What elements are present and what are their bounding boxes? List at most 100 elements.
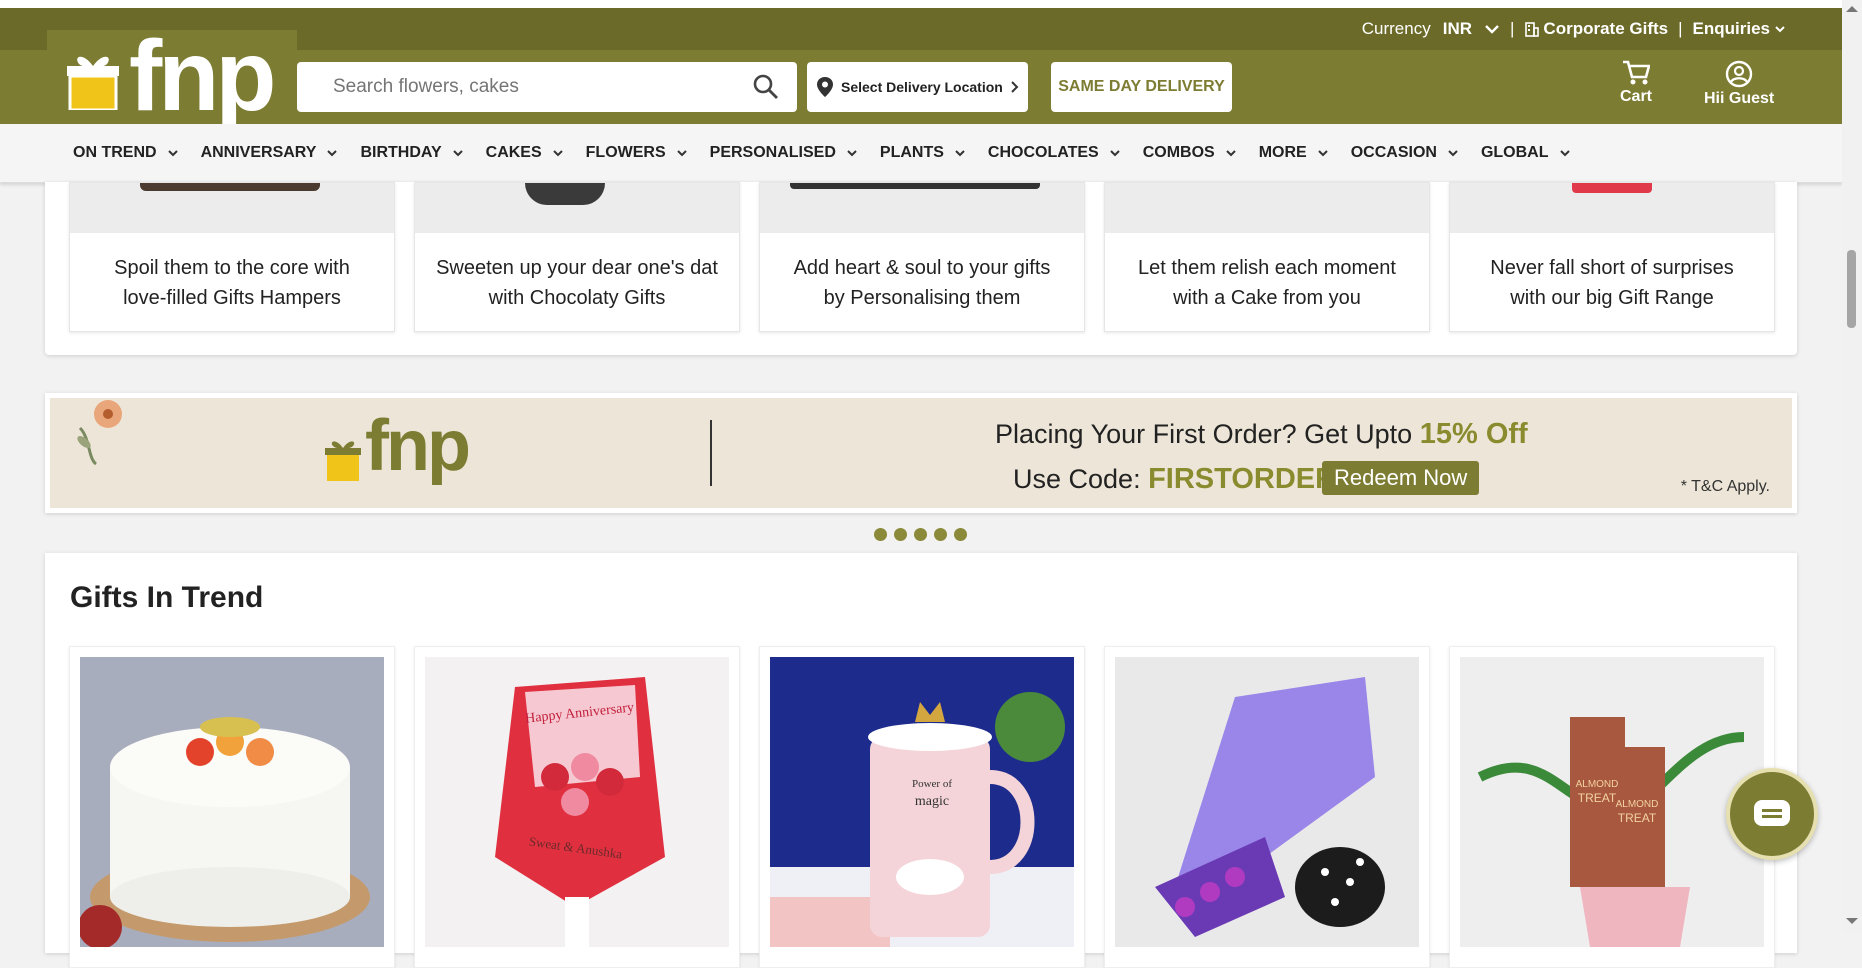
nav-item-on-trend[interactable]: ON TREND (73, 144, 179, 162)
promo-code: FIRSTORDER (1148, 463, 1337, 495)
nav-item-plants[interactable]: PLANTS (880, 144, 966, 162)
redeem-now-button[interactable]: Redeem Now (1322, 461, 1480, 495)
nav-item-anniversary[interactable]: ANNIVERSARY (201, 144, 339, 162)
banner-logo-text: fnp (365, 406, 471, 486)
currency-value: INR (1442, 19, 1472, 38)
building-icon (1525, 22, 1540, 37)
caption-line: with a Cake from you (1173, 287, 1361, 309)
chevron-right-icon (1011, 81, 1019, 93)
scrollbar-thumb[interactable] (1847, 250, 1856, 328)
nav-item-occasion[interactable]: OCCASION (1351, 144, 1459, 162)
chocolate-label: ALMOND (1576, 779, 1619, 790)
nav-item-global[interactable]: GLOBAL (1481, 144, 1571, 162)
section-title: Gifts In Trend (70, 581, 264, 614)
category-card-hampers[interactable]: Spoil them to the core with love-filled G… (69, 182, 395, 332)
plant-chocolate-illustration: ALMOND TREAT ALMOND TREAT (1477, 717, 1745, 947)
search-bar (297, 62, 797, 112)
cart-icon (1623, 60, 1650, 85)
account-button[interactable]: Hii Guest (1704, 60, 1774, 108)
product-card[interactable] (1104, 646, 1430, 968)
enquiries-label: Enquiries (1692, 19, 1770, 38)
carousel-dot[interactable] (874, 528, 887, 541)
nav-item-combos[interactable]: COMBOS (1143, 144, 1237, 162)
chevron-down-icon (1559, 150, 1570, 157)
nav-label: COMBOS (1142, 144, 1215, 161)
enquiries-dropdown[interactable]: Enquiries (1693, 19, 1786, 39)
nav-label: CAKES (485, 144, 542, 161)
category-card-personalised[interactable]: Add heart & soul to your gifts by Persona… (759, 182, 1085, 332)
category-image (760, 183, 1084, 233)
product-card[interactable] (69, 646, 395, 968)
first-order-banner[interactable]: fnp Placing Your First Order? Get Upto 1… (45, 393, 1797, 513)
page-scrollbar[interactable] (1842, 0, 1862, 933)
caption-line: with Chocolaty Gifts (488, 287, 666, 309)
banner-logo: fnp (325, 406, 471, 486)
category-card-chocolates[interactable]: Sweeten up your dear one's dat with Choco… (414, 182, 740, 332)
same-day-delivery-button[interactable]: SAME DAY DELIVERY (1051, 62, 1232, 112)
nav-label: BIRTHDAY (360, 144, 442, 161)
chat-icon (1754, 800, 1790, 826)
nav-item-more[interactable]: MORE (1259, 144, 1329, 162)
cart-label: Cart (1620, 88, 1653, 105)
delivery-location-button[interactable]: Select Delivery Location (807, 62, 1028, 112)
nav-item-cakes[interactable]: CAKES (486, 144, 564, 162)
category-card-cakes[interactable]: Let them relish each moment with a Cake f… (1104, 182, 1430, 332)
chevron-down-icon (452, 150, 463, 157)
chevron-down-icon (1318, 150, 1328, 157)
gift-box-icon (325, 441, 361, 481)
banner-divider (710, 420, 712, 486)
category-image (1105, 183, 1429, 233)
nav-item-birthday[interactable]: BIRTHDAY (360, 144, 463, 162)
product-image-plant-chocolates: ALMOND TREAT ALMOND TREAT (1460, 657, 1764, 947)
chevron-down-icon (1775, 26, 1785, 33)
banner-image: fnp Placing Your First Order? Get Upto 1… (50, 398, 1792, 508)
carousel-dot[interactable] (914, 528, 927, 541)
nav-item-flowers[interactable]: FLOWERS (586, 144, 688, 162)
orchid-illustration (1155, 677, 1385, 937)
scroll-down-arrow[interactable] (1846, 918, 1858, 924)
corporate-gifts-link[interactable]: Corporate Gifts (1524, 19, 1668, 39)
caption-line: Add heart & soul to your gifts (793, 257, 1051, 279)
category-nav: ON TREND ANNIVERSARY BIRTHDAY CAKES FLOW… (0, 124, 1842, 183)
category-image (70, 183, 394, 233)
product-card[interactable]: Power of magic (759, 646, 1085, 968)
nav-item-personalised[interactable]: PERSONALISED (710, 144, 858, 162)
caption-line: Sweeten up your dear one's dat (436, 257, 718, 279)
fnp-logo[interactable]: fnp (47, 26, 297, 126)
nav-label: GLOBAL (1480, 144, 1549, 161)
product-image-bouquet: Happy Anniversary Sweat & Anushka (425, 657, 729, 947)
banner-headline-text: Placing Your First Order? Get Upto (995, 419, 1413, 449)
chat-button[interactable] (1726, 768, 1818, 860)
nav-label: CHOCOLATES (987, 144, 1099, 161)
mug-label: magic (915, 794, 949, 809)
nav-label: MORE (1258, 144, 1307, 161)
category-card-gift-range[interactable]: Never fall short of surprises with our bi… (1449, 182, 1775, 332)
category-image (415, 183, 739, 233)
search-icon[interactable] (753, 74, 779, 100)
product-card[interactable]: Happy Anniversary Sweat & Anushka (414, 646, 740, 968)
nav-label: ANNIVERSARY (200, 144, 317, 161)
chevron-down-icon (955, 150, 965, 157)
banner-headline: Placing Your First Order? Get Upto 15% O… (995, 418, 1528, 451)
nav-label: ON TREND (73, 144, 157, 161)
caption-line: Never fall short of surprises (1490, 257, 1734, 279)
search-input[interactable] (331, 75, 735, 99)
carousel-dot[interactable] (954, 528, 967, 541)
carousel-dot[interactable] (894, 528, 907, 541)
location-pin-icon (817, 77, 833, 97)
mug-label: Power of (912, 778, 952, 790)
banner-offer: 15% Off (1419, 418, 1528, 450)
banner-code-label: Use Code: (1013, 464, 1141, 494)
caption-line: with our big Gift Range (1510, 287, 1714, 309)
flower-decoration-icon (77, 400, 122, 466)
scroll-up-arrow[interactable] (1846, 6, 1858, 12)
currency-selector[interactable]: INR (1443, 19, 1500, 39)
caption-line: by Personalising them (823, 287, 1021, 309)
carousel-dot[interactable] (934, 528, 947, 541)
caption-line: Let them relish each moment (1138, 257, 1396, 279)
nav-item-chocolates[interactable]: CHOCOLATES (988, 144, 1121, 162)
chevron-down-icon (552, 150, 563, 157)
category-caption: Add heart & soul to your gifts by Persona… (760, 253, 1084, 313)
cart-button[interactable]: Cart (1620, 60, 1652, 106)
nav-label: OCCASION (1350, 144, 1437, 161)
